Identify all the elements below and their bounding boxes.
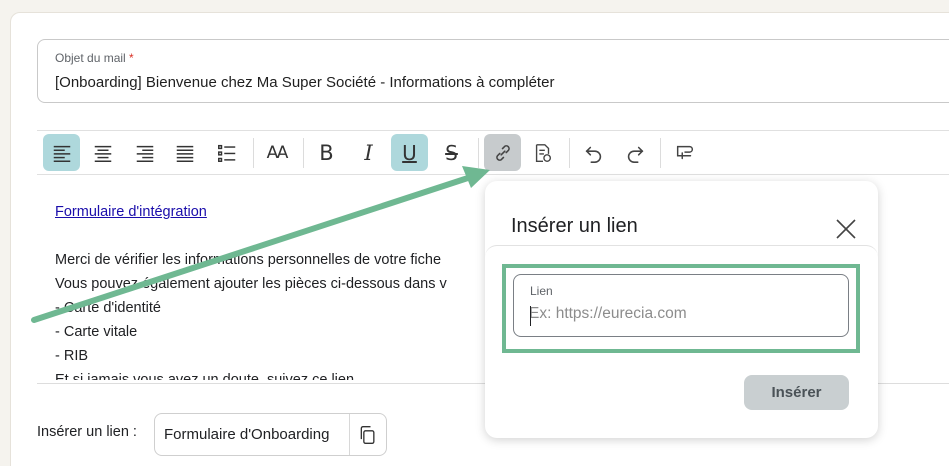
body-line: Vous pouvez également ajouter les pièces… (55, 276, 447, 292)
body-line: - Carte vitale (55, 324, 138, 340)
insert-link-button[interactable] (484, 134, 521, 171)
font-size-icon: AA (266, 142, 289, 163)
clear-format-icon (676, 145, 693, 159)
underline-button[interactable]: U (391, 134, 428, 171)
subject-field[interactable]: Objet du mail * [Onboarding] Bienvenue c… (37, 39, 949, 103)
list-icon (217, 144, 235, 162)
dialog-title: Insérer un lien (511, 215, 638, 237)
chip-divider (349, 414, 350, 455)
italic-button[interactable]: I (350, 134, 387, 171)
toolbar-divider-top (37, 130, 949, 131)
onboarding-form-chip[interactable]: Formulaire d'Onboarding (154, 413, 387, 456)
insert-link-label: Insérer un lien : (37, 424, 137, 440)
align-right-icon (136, 145, 153, 162)
font-size-button[interactable]: AA (258, 134, 295, 171)
undo-icon (585, 146, 601, 163)
bold-button[interactable]: B (308, 134, 345, 171)
align-justify-icon (176, 145, 193, 162)
chip-text: Formulaire d'Onboarding (164, 426, 330, 443)
underline-icon: U (402, 140, 417, 165)
body-line: - RIB (55, 348, 89, 364)
subject-value[interactable]: [Onboarding] Bienvenue chez Ma Super Soc… (55, 74, 554, 91)
annotation-highlight-box (502, 264, 860, 353)
subject-label: Objet du mail * (55, 51, 134, 65)
bold-icon: B (319, 140, 334, 165)
required-mark: * (129, 51, 134, 65)
body-line: Merci de vérifier les informations perso… (55, 252, 442, 268)
insert-variable-icon (535, 143, 551, 162)
integration-form-link[interactable]: Formulaire d'intégration (55, 200, 515, 224)
strikethrough-button[interactable]: S (433, 134, 470, 171)
toolbar-separator (253, 138, 254, 168)
undo-button[interactable] (575, 134, 612, 171)
italic-icon: I (364, 140, 373, 165)
insert-submit-button[interactable]: Insérer (744, 375, 849, 410)
close-icon[interactable] (834, 217, 858, 241)
align-right-button[interactable] (126, 134, 163, 171)
toolbar-separator (478, 138, 479, 168)
redo-icon (627, 146, 643, 163)
toolbar-separator (303, 138, 304, 168)
toolbar-divider-bottom (37, 174, 949, 175)
strikethrough-icon: S (445, 140, 458, 165)
align-center-button[interactable] (84, 134, 121, 171)
redo-button[interactable] (616, 134, 653, 171)
insert-variable-button[interactable] (524, 134, 561, 171)
link-icon (495, 144, 510, 161)
email-body[interactable]: Formulaire d'intégration Merci de vérifi… (55, 200, 515, 380)
toolbar-separator (569, 138, 570, 168)
align-left-button[interactable] (43, 134, 80, 171)
toolbar-separator (660, 138, 661, 168)
bullet-list-button[interactable] (208, 134, 245, 171)
align-justify-button[interactable] (166, 134, 203, 171)
clear-format-button[interactable] (666, 134, 703, 171)
copy-icon[interactable] (358, 425, 378, 445)
body-line: - Carte d'identité (55, 300, 161, 316)
align-left-icon (53, 145, 70, 162)
align-center-icon (94, 145, 111, 162)
body-line: Et si jamais vous avez un doute, suivez … (55, 372, 359, 380)
